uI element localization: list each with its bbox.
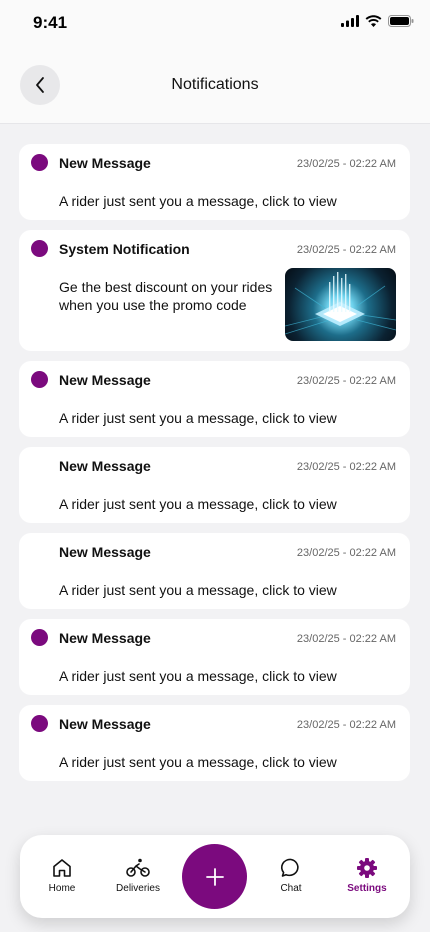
notification-time: 23/02/25 - 02:22 AM xyxy=(296,719,396,731)
plus-icon xyxy=(205,867,224,886)
add-button[interactable] xyxy=(182,844,247,909)
nav-label: Chat xyxy=(280,883,302,894)
notification-card[interactable]: New Message 23/02/25 - 02:22 AM A rider … xyxy=(19,619,410,695)
notification-title: New Message xyxy=(59,372,151,388)
nav-label: Settings xyxy=(347,883,387,894)
notification-card[interactable]: New Message 23/02/25 - 02:22 AM A rider … xyxy=(19,705,410,781)
status-bar: 9:41 xyxy=(0,0,430,46)
status-icons xyxy=(341,15,414,27)
signal-icon xyxy=(341,15,359,27)
notification-time: 23/02/25 - 02:22 AM xyxy=(296,461,396,473)
unread-dot xyxy=(31,371,48,388)
notification-time: 23/02/25 - 02:22 AM xyxy=(296,375,396,387)
notification-title: New Message xyxy=(59,544,151,560)
wifi-icon xyxy=(365,15,382,27)
notification-card[interactable]: New Message 23/02/25 - 02:22 AM A rider … xyxy=(19,361,410,437)
notification-body: A rider just sent you a message, click t… xyxy=(59,582,337,598)
circuit-chip-image xyxy=(285,268,396,341)
unread-dot xyxy=(31,629,48,646)
notification-time: 23/02/25 - 02:22 AM xyxy=(296,633,396,645)
notification-title: New Message xyxy=(59,716,151,732)
nav-item-settings[interactable]: Settings xyxy=(332,855,402,894)
notification-card[interactable]: New Message 23/02/25 - 02:22 AM A rider … xyxy=(19,144,410,220)
header: Notifications xyxy=(0,46,430,124)
notification-body: A rider just sent you a message, click t… xyxy=(59,193,337,209)
battery-icon xyxy=(388,15,414,27)
notification-time: 23/02/25 - 02:22 AM xyxy=(296,158,396,170)
notification-body: Ge the best discount on your rides when … xyxy=(59,279,273,313)
nav-item-deliveries[interactable]: Deliveries xyxy=(103,855,173,894)
nav-label: Home xyxy=(48,883,76,894)
page-title: Notifications xyxy=(171,76,259,93)
status-time: 9:41 xyxy=(33,13,68,32)
notification-body: A rider just sent you a message, click t… xyxy=(59,410,337,426)
bicycle-icon xyxy=(126,858,150,877)
nav-item-chat[interactable]: Chat xyxy=(256,855,326,894)
home-icon xyxy=(53,859,71,877)
notification-card[interactable]: System Notification 23/02/25 - 02:22 AM … xyxy=(19,230,410,351)
notification-time: 23/02/25 - 02:22 AM xyxy=(296,244,396,256)
notification-body: A rider just sent you a message, click t… xyxy=(59,754,337,770)
notification-title: System Notification xyxy=(59,241,190,257)
unread-dot xyxy=(31,154,48,171)
nav-label: Deliveries xyxy=(116,883,160,894)
gear-icon xyxy=(357,858,377,878)
chat-bubble-icon xyxy=(280,858,299,877)
unread-dot xyxy=(31,715,48,732)
nav-item-home[interactable]: Home xyxy=(27,855,97,894)
notification-body: A rider just sent you a message, click t… xyxy=(59,496,337,512)
notification-body: A rider just sent you a message, click t… xyxy=(59,668,337,684)
notification-card[interactable]: New Message 23/02/25 - 02:22 AM A rider … xyxy=(19,447,410,523)
notification-title: New Message xyxy=(59,155,151,171)
notification-list: New Message 23/02/25 - 02:22 AM A rider … xyxy=(19,144,410,791)
notification-card[interactable]: New Message 23/02/25 - 02:22 AM A rider … xyxy=(19,533,410,609)
notification-title: New Message xyxy=(59,630,151,646)
notification-title: New Message xyxy=(59,458,151,474)
notification-time: 23/02/25 - 02:22 AM xyxy=(296,547,396,559)
bottom-nav: Home Deliveries Chat Settings xyxy=(20,835,410,918)
unread-dot xyxy=(31,240,48,257)
